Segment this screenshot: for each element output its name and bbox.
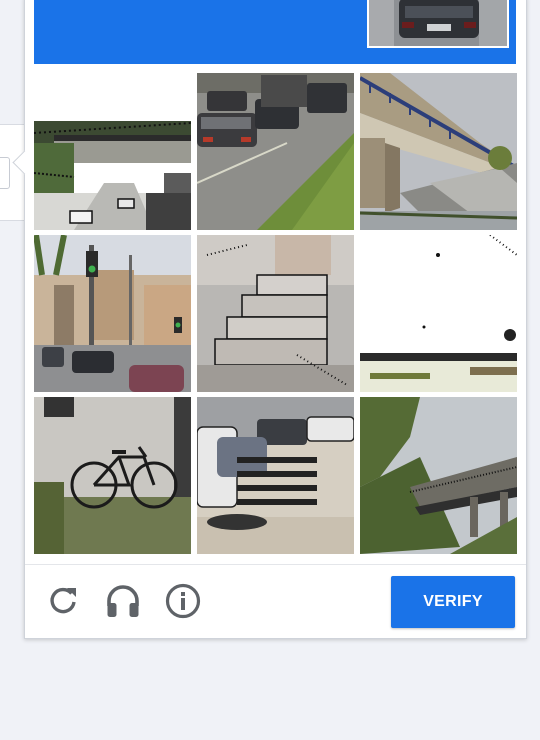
image-tile-2[interactable]: [197, 73, 354, 230]
headphones-icon[interactable]: [104, 582, 142, 620]
image-tile-1[interactable]: [34, 73, 191, 230]
image-tile-9[interactable]: [360, 397, 517, 554]
footer-divider: [25, 564, 526, 565]
info-icon[interactable]: [164, 582, 202, 620]
image-tile-3[interactable]: [360, 73, 517, 230]
image-tile-7[interactable]: [34, 397, 191, 554]
image-grid: [34, 73, 517, 555]
image-tile-8[interactable]: [197, 397, 354, 554]
challenge-header: [34, 0, 516, 64]
image-tile-5[interactable]: [197, 235, 354, 392]
image-tile-6[interactable]: [360, 235, 517, 392]
captcha-challenge-panel: VERIFY: [12, 0, 527, 639]
sample-image-thumbnail: [367, 0, 509, 48]
background-widget-field: [0, 157, 10, 189]
reload-icon[interactable]: [44, 582, 82, 620]
verify-button[interactable]: VERIFY: [391, 576, 515, 628]
image-tile-4[interactable]: [34, 235, 191, 392]
